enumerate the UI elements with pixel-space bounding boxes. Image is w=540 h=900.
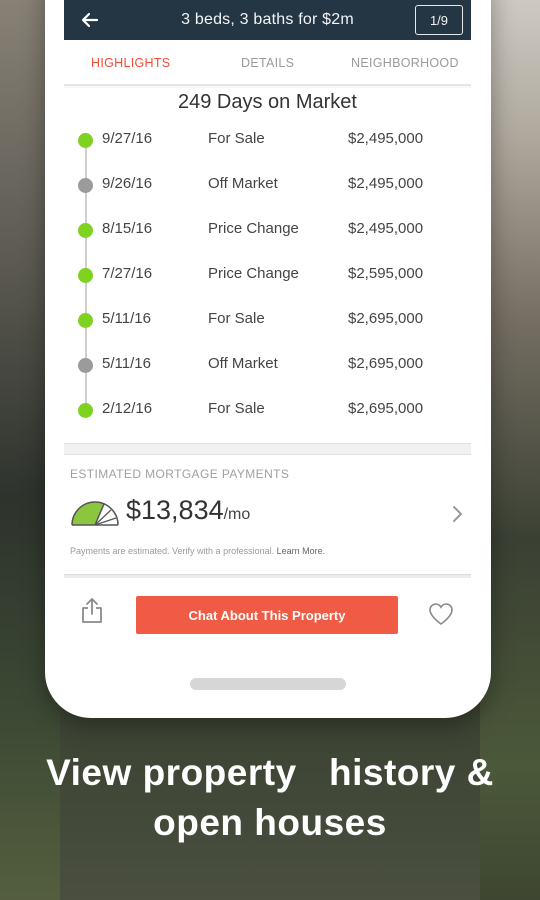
- history-price: $2,495,000: [348, 220, 424, 237]
- caption-line-2: open houses: [153, 802, 387, 843]
- status-dot: [78, 268, 93, 283]
- history-date: 5/11/16: [102, 310, 151, 327]
- bottom-action-bar: Chat About This Property: [64, 578, 471, 640]
- history-date: 9/26/16: [102, 175, 153, 192]
- history-row: 5/11/16 For Sale $2,695,000: [64, 308, 471, 332]
- history-date: 7/27/16: [102, 265, 153, 282]
- history-row: 9/27/16 For Sale $2,495,000: [64, 128, 471, 152]
- tab-details[interactable]: DETAILS: [241, 56, 294, 70]
- history-date: 9/27/16: [102, 130, 153, 147]
- section-divider: [64, 443, 471, 455]
- mortgage-amount-value: $13,834: [126, 495, 224, 525]
- tab-bar: HIGHLIGHTS DETAILS NEIGHBORHOOD: [64, 40, 471, 86]
- history-row: 8/15/16 Price Change $2,495,000: [64, 218, 471, 242]
- heart-icon: [429, 603, 453, 625]
- mortgage-label: ESTIMATED MORTGAGE PAYMENTS: [70, 467, 290, 481]
- home-indicator: [190, 678, 346, 690]
- history-event: For Sale: [208, 400, 265, 417]
- history-price: $2,595,000: [348, 265, 424, 282]
- mortgage-amount: $13,834/mo: [126, 495, 250, 526]
- tab-highlights[interactable]: HIGHLIGHTS: [91, 56, 170, 70]
- history-price: $2,495,000: [348, 175, 424, 192]
- gauge-icon: [71, 501, 119, 526]
- history-price: $2,695,000: [348, 400, 424, 417]
- history-row: 2/12/16 For Sale $2,695,000: [64, 398, 471, 422]
- history-row: 7/27/16 Price Change $2,595,000: [64, 263, 471, 287]
- status-dot: [78, 313, 93, 328]
- mortgage-disclaimer: Payments are estimated. Verify with a pr…: [70, 546, 325, 556]
- history-event: For Sale: [208, 130, 265, 147]
- history-price: $2,695,000: [348, 355, 424, 372]
- status-dot: [78, 403, 93, 418]
- history-date: 8/15/16: [102, 220, 153, 237]
- learn-more-link[interactable]: Learn More.: [277, 546, 326, 556]
- disclaimer-text: Payments are estimated. Verify with a pr…: [70, 546, 275, 556]
- photo-counter[interactable]: 1/9: [415, 5, 463, 35]
- app-screen: 3 beds, 3 baths for $2m 1/9 HIGHLIGHTS D…: [64, 0, 471, 640]
- history-event: Price Change: [208, 265, 299, 282]
- share-button[interactable]: [80, 596, 104, 629]
- history-date: 2/12/16: [102, 400, 153, 417]
- top-app-bar: 3 beds, 3 baths for $2m 1/9: [64, 0, 471, 40]
- phone-frame: 3 beds, 3 baths for $2m 1/9 HIGHLIGHTS D…: [45, 0, 491, 718]
- mortgage-estimate-card[interactable]: ESTIMATED MORTGAGE PAYMENTS $13,834/mo P…: [64, 455, 471, 574]
- history-event: Off Market: [208, 175, 278, 192]
- history-row: 5/11/16 Off Market $2,695,000: [64, 353, 471, 377]
- history-event: Off Market: [208, 355, 278, 372]
- status-dot: [78, 133, 93, 148]
- history-event: Price Change: [208, 220, 299, 237]
- chat-about-property-button[interactable]: Chat About This Property: [136, 596, 398, 634]
- status-dot: [78, 178, 93, 193]
- chevron-right-icon: [453, 506, 463, 522]
- mortgage-unit: /mo: [223, 506, 251, 523]
- favorite-button[interactable]: [428, 602, 454, 631]
- status-dot: [78, 223, 93, 238]
- price-history-card: 249 Days on Market 9/27/16 For Sale $2,4…: [64, 88, 471, 443]
- history-row: 9/26/16 Off Market $2,495,000: [64, 173, 471, 197]
- history-price: $2,495,000: [348, 130, 424, 147]
- status-dot: [78, 358, 93, 373]
- history-date: 5/11/16: [102, 355, 151, 372]
- history-event: For Sale: [208, 310, 265, 327]
- share-icon: [82, 598, 102, 623]
- caption-line-1: View property history &: [46, 752, 494, 793]
- listing-title: 3 beds, 3 baths for $2m: [181, 11, 354, 28]
- tab-neighborhood[interactable]: NEIGHBORHOOD: [351, 56, 459, 70]
- history-price: $2,695,000: [348, 310, 424, 327]
- days-on-market-heading: 249 Days on Market: [178, 91, 357, 113]
